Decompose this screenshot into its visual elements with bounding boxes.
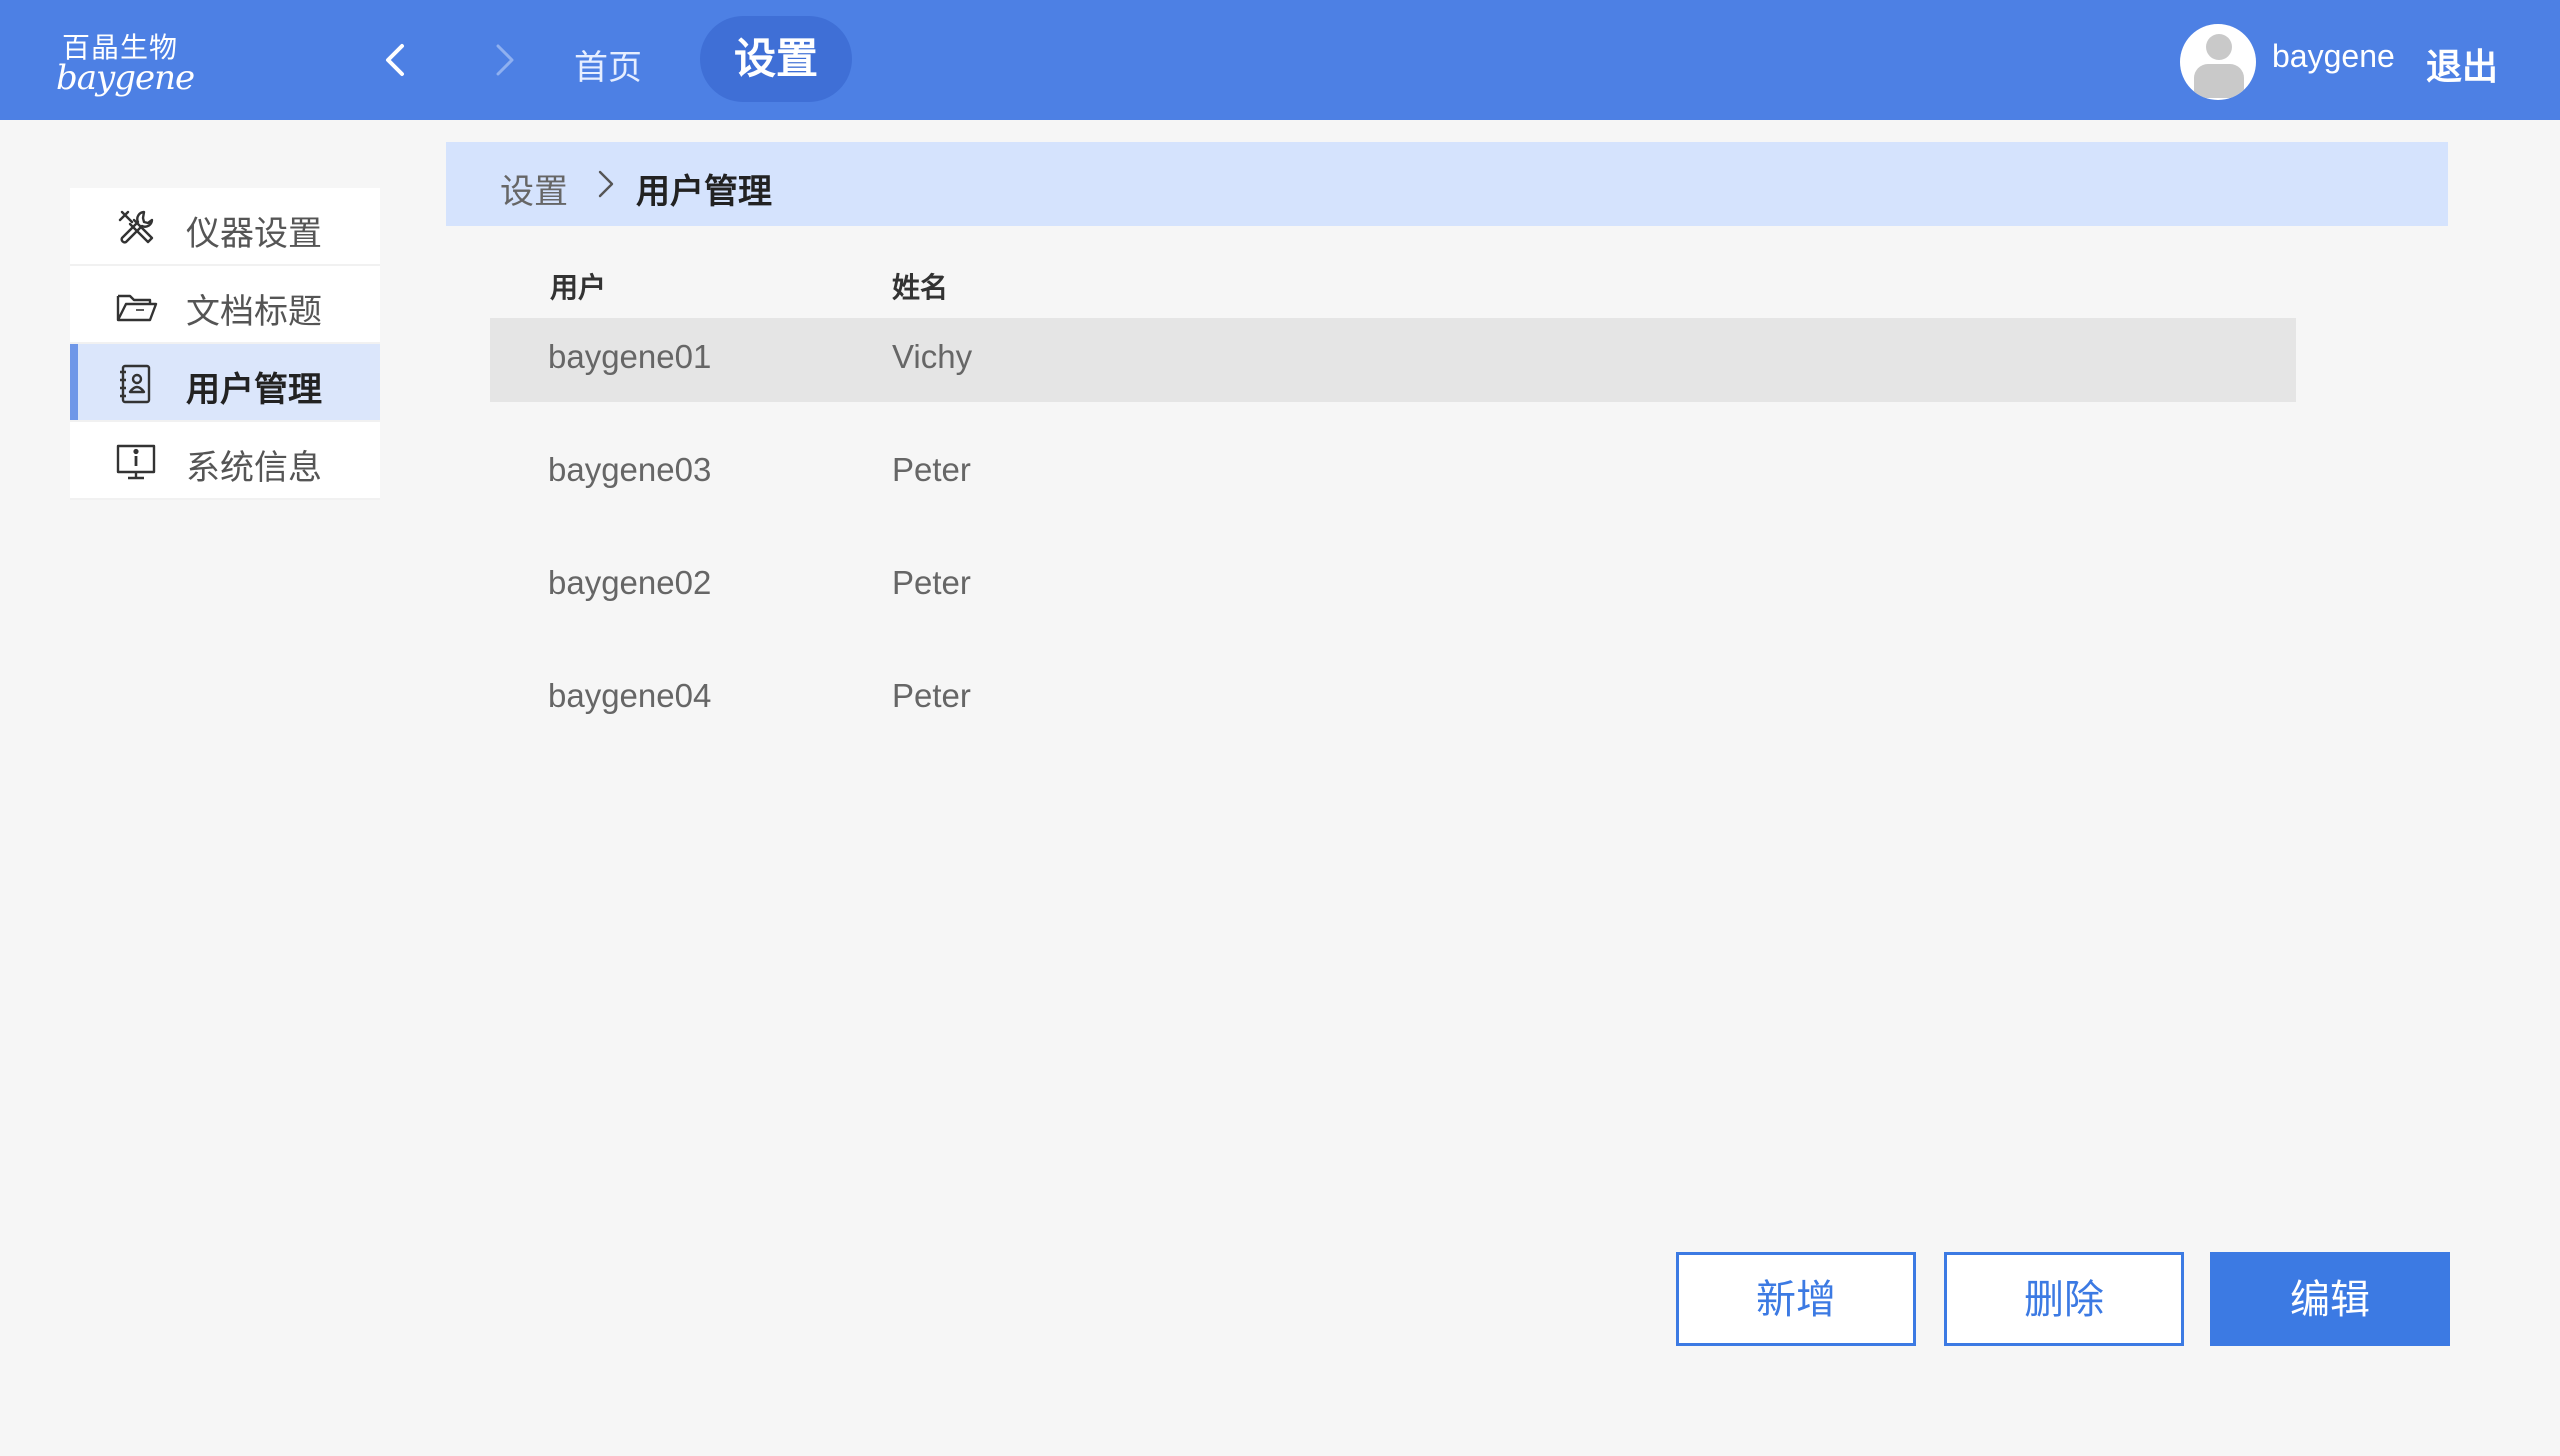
add-button[interactable]: 新增 bbox=[1676, 1252, 1916, 1346]
edit-button[interactable]: 编辑 bbox=[2210, 1252, 2450, 1346]
nav-settings-tab[interactable]: 设置 bbox=[700, 16, 852, 102]
logo-en-text: baygene bbox=[56, 58, 195, 98]
top-bar: 百晶生物 baygene 首页 设置 baygene 退出 bbox=[0, 0, 2560, 120]
tools-icon bbox=[114, 206, 158, 250]
sidebar-item-user-management[interactable]: 用户管理 bbox=[70, 344, 380, 422]
avatar[interactable] bbox=[2180, 24, 2256, 100]
cell-name: Peter bbox=[892, 451, 971, 488]
cell-user: baygene04 bbox=[548, 677, 712, 714]
cell-name: Vichy bbox=[892, 338, 973, 375]
chevron-right-icon bbox=[588, 164, 624, 204]
cell-name: Peter bbox=[892, 564, 971, 601]
brand-logo: 百晶生物 baygene bbox=[56, 24, 195, 98]
avatar-body-shape bbox=[2194, 64, 2244, 98]
column-header-user: 用户 bbox=[550, 271, 607, 304]
user-table: 用户 姓名 baygene01 Vichy baygene03 Peter ba… bbox=[490, 250, 2296, 770]
folder-icon bbox=[114, 284, 158, 328]
monitor-info-icon bbox=[114, 440, 158, 484]
table-row[interactable]: baygene04 Peter bbox=[490, 657, 2296, 741]
column-header-name: 姓名 bbox=[892, 271, 949, 304]
logout-button[interactable]: 退出 bbox=[2426, 38, 2498, 90]
table-header: 用户 姓名 bbox=[490, 250, 2296, 318]
cell-name: Peter bbox=[892, 677, 971, 714]
sidebar-item-document-title[interactable]: 文档标题 bbox=[70, 266, 380, 344]
table-row[interactable]: baygene01 Vichy bbox=[490, 318, 2296, 402]
sidebar-item-label: 仪器设置 bbox=[186, 214, 322, 254]
sidebar-item-label: 文档标题 bbox=[186, 292, 322, 332]
table-row[interactable]: baygene02 Peter bbox=[490, 544, 2296, 628]
cell-user: baygene02 bbox=[548, 564, 712, 601]
cell-user: baygene03 bbox=[548, 451, 712, 488]
back-arrow-icon[interactable] bbox=[376, 40, 416, 80]
sidebar: 仪器设置 文档标题 用户管理 系统信息 bbox=[70, 188, 380, 500]
avatar-head-shape bbox=[2206, 34, 2232, 60]
sidebar-item-system-info[interactable]: 系统信息 bbox=[70, 422, 380, 500]
nav-home-link[interactable]: 首页 bbox=[574, 40, 642, 89]
cell-user: baygene01 bbox=[548, 338, 712, 375]
breadcrumb: 设置 用户管理 bbox=[446, 142, 2448, 226]
table-row[interactable]: baygene03 Peter bbox=[490, 431, 2296, 515]
sidebar-item-instrument-settings[interactable]: 仪器设置 bbox=[70, 188, 380, 266]
delete-button[interactable]: 删除 bbox=[1944, 1252, 2184, 1346]
breadcrumb-current: 用户管理 bbox=[636, 172, 772, 212]
username-label: baygene bbox=[2272, 38, 2395, 74]
sidebar-item-label: 系统信息 bbox=[186, 448, 322, 488]
user-book-icon bbox=[114, 362, 158, 406]
forward-arrow-icon[interactable] bbox=[484, 40, 524, 80]
sidebar-item-label: 用户管理 bbox=[186, 370, 322, 410]
breadcrumb-root-link[interactable]: 设置 bbox=[500, 164, 568, 213]
